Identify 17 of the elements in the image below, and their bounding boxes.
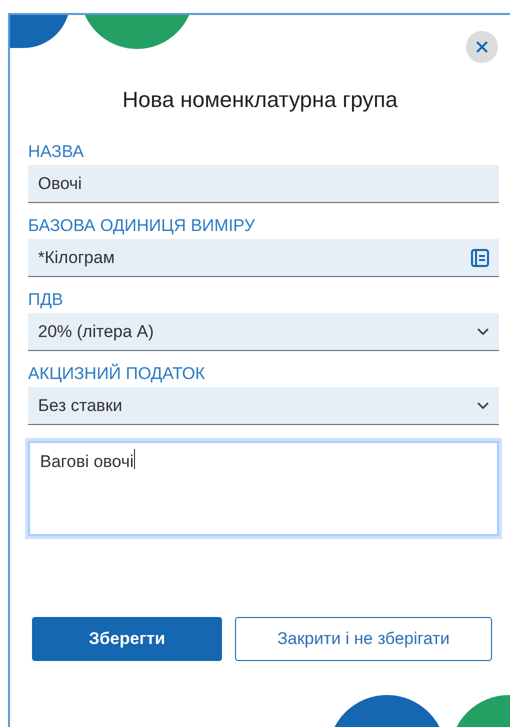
save-button[interactable]: Зберегти (32, 617, 222, 661)
chevron-down-icon (477, 328, 489, 336)
close-icon (476, 41, 488, 53)
dropdown-field[interactable]: Без ставки (28, 387, 499, 425)
close-button[interactable] (466, 31, 498, 63)
dialog-title: Нова номенклатурна група (121, 86, 399, 114)
field-label: НАЗВА (28, 141, 85, 163)
field-label: АКЦИЗНИЙ ПОДАТОК (28, 363, 206, 385)
input-field[interactable]: *Кілограм (28, 239, 499, 277)
field-label: БАЗОВА ОДИНИЦЯ ВИМІРУ (28, 215, 256, 237)
text-area[interactable]: Вагові овочі (28, 441, 499, 536)
dropdown-field[interactable]: 20% (літера А) (28, 313, 499, 351)
cancel-button[interactable]: Закрити і не зберігати (235, 617, 492, 661)
list-icon[interactable] (471, 248, 489, 266)
input-field[interactable]: Овочі (28, 165, 499, 203)
chevron-down-icon (477, 402, 489, 410)
field-label: ПДВ (28, 289, 64, 311)
